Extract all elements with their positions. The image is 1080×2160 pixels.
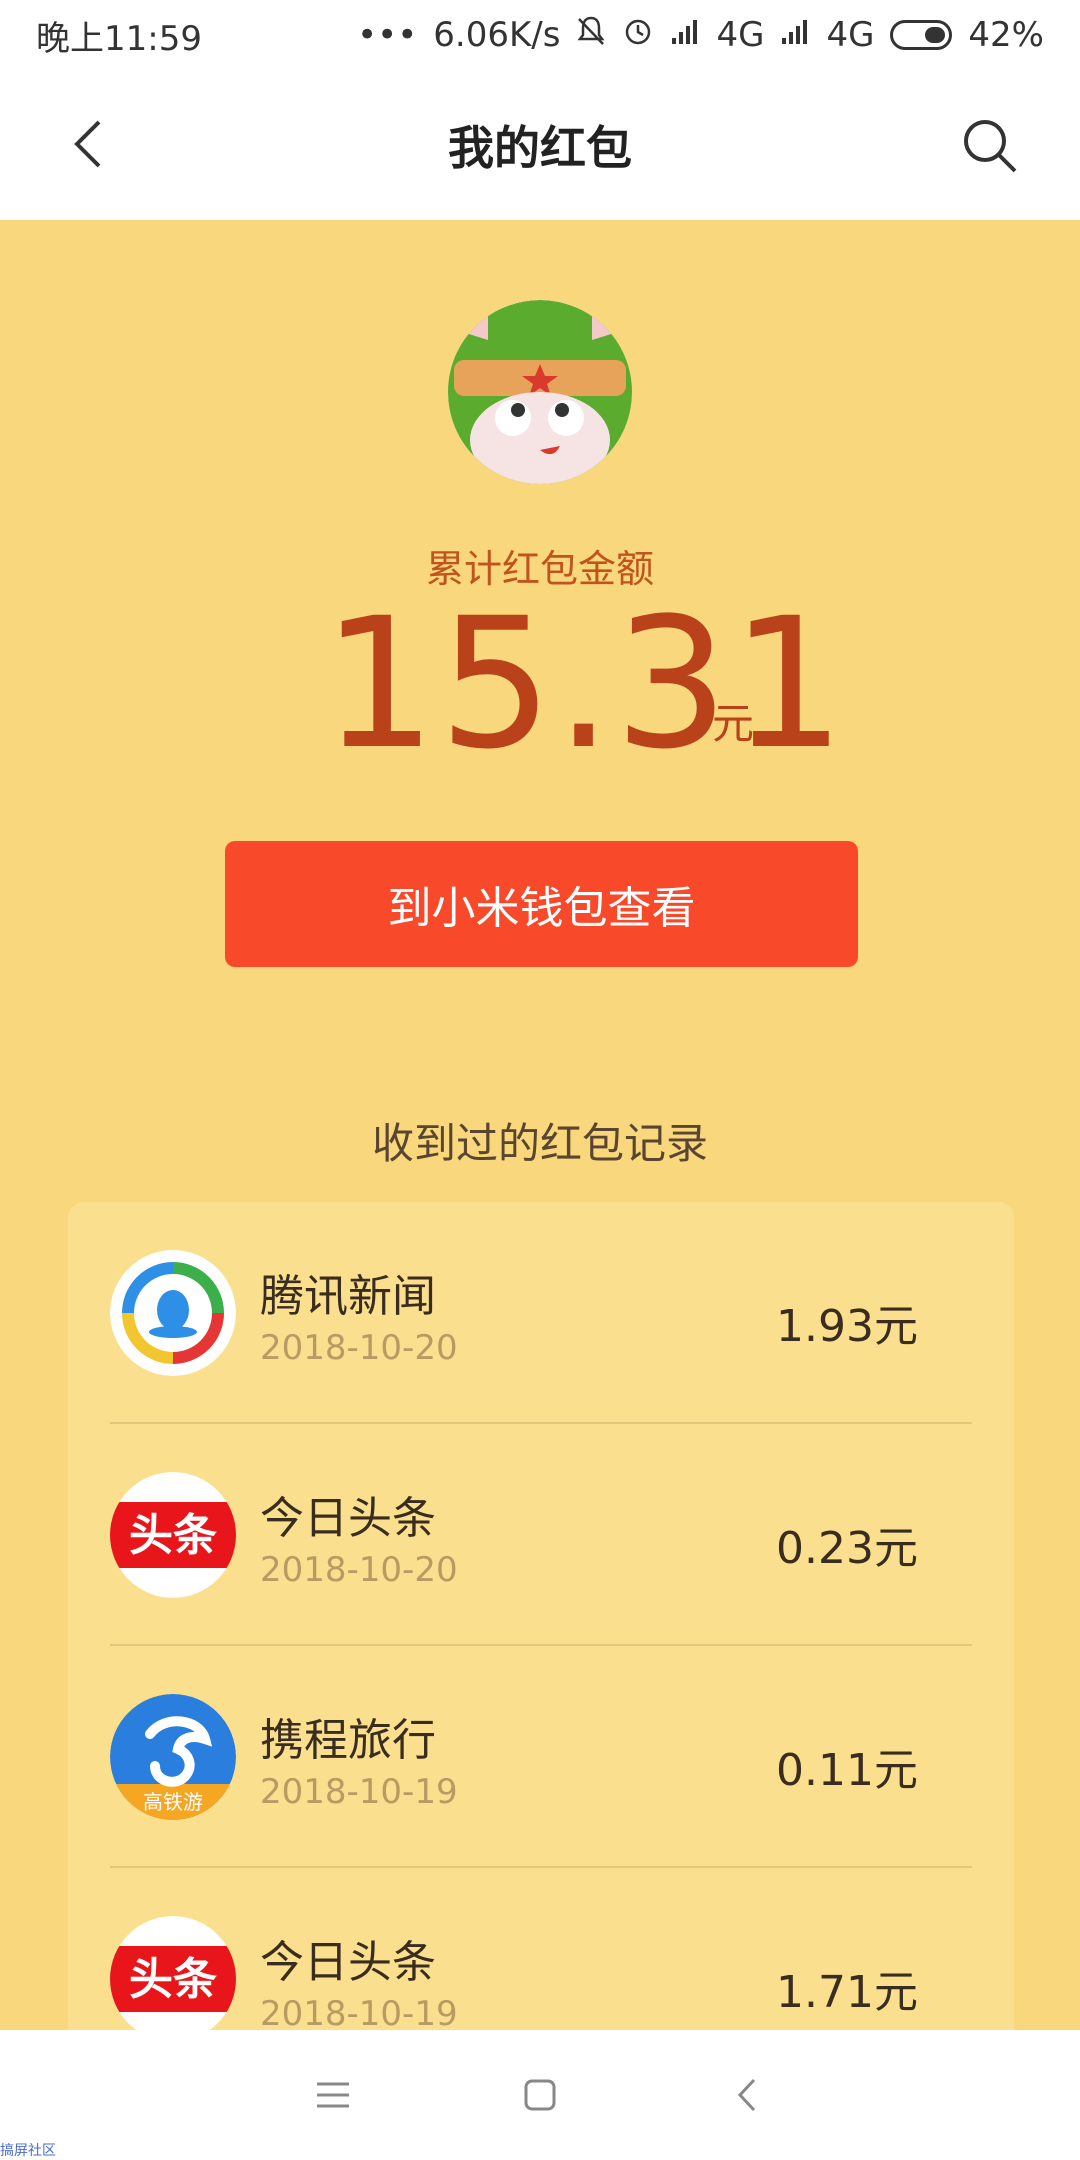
system-nav-bar: [0, 2030, 1080, 2160]
ctrip-icon: 高铁游: [110, 1694, 236, 1820]
record-date: 2018-10-19: [260, 1994, 458, 2034]
tencent-news-icon: [110, 1250, 236, 1376]
svg-text:高铁游: 高铁游: [143, 1790, 203, 1814]
signal-icon: [670, 15, 700, 55]
record-name: 携程旅行: [260, 1715, 436, 1766]
network-speed: 6.06K/s: [433, 15, 561, 55]
signal-type-1: 4G: [716, 15, 765, 55]
record-amount: 1.71元: [776, 1967, 918, 2018]
back-arrow-icon: [74, 120, 101, 168]
view-in-wallet-button[interactable]: 到小米钱包查看: [225, 841, 858, 967]
signal-hd-icon: [780, 15, 810, 55]
record-amount: 0.11元: [776, 1745, 918, 1796]
svg-text:头条: 头条: [129, 1954, 217, 2005]
menu-button[interactable]: [303, 2065, 363, 2125]
alarm-icon: [622, 15, 654, 56]
home-square-icon: [524, 2079, 556, 2111]
toutiao-icon: 头条: [110, 1472, 236, 1598]
home-button[interactable]: [510, 2065, 570, 2125]
record-date: 2018-10-20: [260, 1550, 458, 1590]
status-time: 晚上11:59: [36, 18, 202, 59]
toutiao-icon: 头条: [110, 1916, 236, 2042]
system-back-button[interactable]: [717, 2065, 777, 2125]
records-title: 收到过的红包记录: [371, 1119, 708, 1168]
search-icon: [964, 120, 1017, 173]
battery-level: 42%: [968, 15, 1044, 55]
search-button[interactable]: [960, 116, 1020, 176]
battery-icon: [890, 20, 953, 50]
records-list: 腾讯新闻 2018-10-20 1.93元 头条 今日头条 2018-10-20…: [68, 1202, 1014, 2062]
record-date: 2018-10-19: [260, 1772, 458, 1812]
menu-icon: [317, 2082, 350, 2108]
watermark: 搞屏社区: [0, 2143, 56, 2159]
status-bar: 晚上11:59 ••• 6.06K/s 4G 4G 42%: [0, 0, 1080, 70]
record-name: 今日头条: [260, 1493, 436, 1544]
svg-text:头条: 头条: [129, 1510, 217, 1561]
mute-icon: [576, 15, 606, 56]
header-bar: 我的红包: [0, 70, 1080, 220]
list-item[interactable]: 高铁游 携程旅行 2018-10-19 0.11元: [110, 1646, 972, 1868]
signal-type-2: 4G: [826, 15, 875, 55]
total-amount-unit: 元: [712, 699, 755, 748]
main-content: 累计红包金额 15.31 元 到小米钱包查看 收到过的红包记录 腾讯新闻 201…: [0, 220, 1080, 2062]
list-item[interactable]: 头条 今日头条 2018-10-20 0.23元: [110, 1424, 972, 1646]
back-button[interactable]: [64, 114, 112, 174]
record-name: 腾讯新闻: [260, 1271, 436, 1322]
status-dots: •••: [357, 15, 418, 55]
record-name: 今日头条: [260, 1937, 436, 1988]
status-right: ••• 6.06K/s 4G 4G 42%: [357, 15, 1044, 56]
total-amount-value: 15.31: [322, 580, 848, 789]
record-amount: 0.23元: [776, 1523, 918, 1574]
page-title: 我的红包: [448, 121, 632, 175]
avatar: [448, 300, 632, 484]
mitu-avatar-icon: [448, 300, 632, 484]
record-date: 2018-10-20: [260, 1328, 458, 1368]
record-amount: 1.93元: [776, 1301, 918, 1352]
back-chevron-icon: [737, 2078, 755, 2112]
list-item[interactable]: 腾讯新闻 2018-10-20 1.93元: [110, 1202, 972, 1424]
